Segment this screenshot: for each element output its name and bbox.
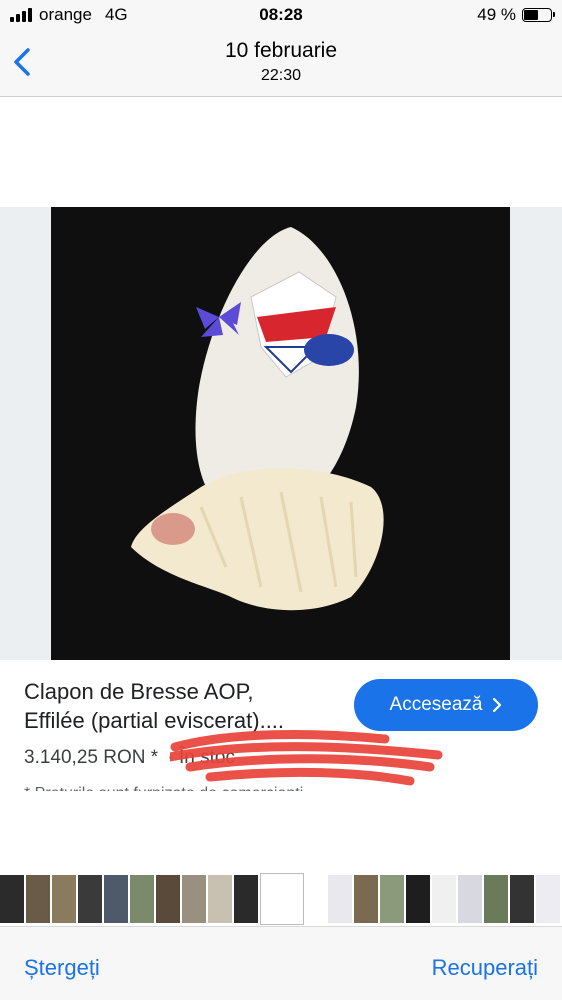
visit-button-label: Accesează <box>389 694 483 715</box>
battery-percent: 49 % <box>477 5 516 24</box>
navigation-bar: 10 februarie 22:30 <box>0 30 562 97</box>
status-bar: orange 4G 08:28 49 % <box>0 0 562 30</box>
nav-subtitle: 22:30 <box>260 67 302 84</box>
red-scribble-mark <box>170 729 443 786</box>
screenshot-content: Clapon de Bresse AOP, Effilée (partial e… <box>0 97 562 872</box>
nav-title: 10 februarie <box>224 39 338 62</box>
chevron-right-icon <box>493 697 502 713</box>
visit-button[interactable]: Accesează <box>354 679 538 731</box>
thumbnail-strip[interactable] <box>0 873 562 925</box>
selected-thumbnail[interactable] <box>260 873 304 925</box>
battery-info: 49 % <box>477 5 555 25</box>
capon-illustration <box>131 227 384 611</box>
battery-icon <box>522 8 555 22</box>
bottom-toolbar: Ștergeți Recuperați <box>0 926 562 1000</box>
product-photo[interactable] <box>51 207 510 660</box>
delete-button[interactable]: Ștergeți <box>24 955 100 981</box>
product-price: 3.140,25 RON * <box>24 747 159 768</box>
product-title-line1: Clapon de Bresse AOP, <box>24 679 254 704</box>
recover-button[interactable]: Recuperați <box>432 955 538 981</box>
price-footnote: * Prețurile sunt furnizate de comercianț… <box>24 785 303 791</box>
